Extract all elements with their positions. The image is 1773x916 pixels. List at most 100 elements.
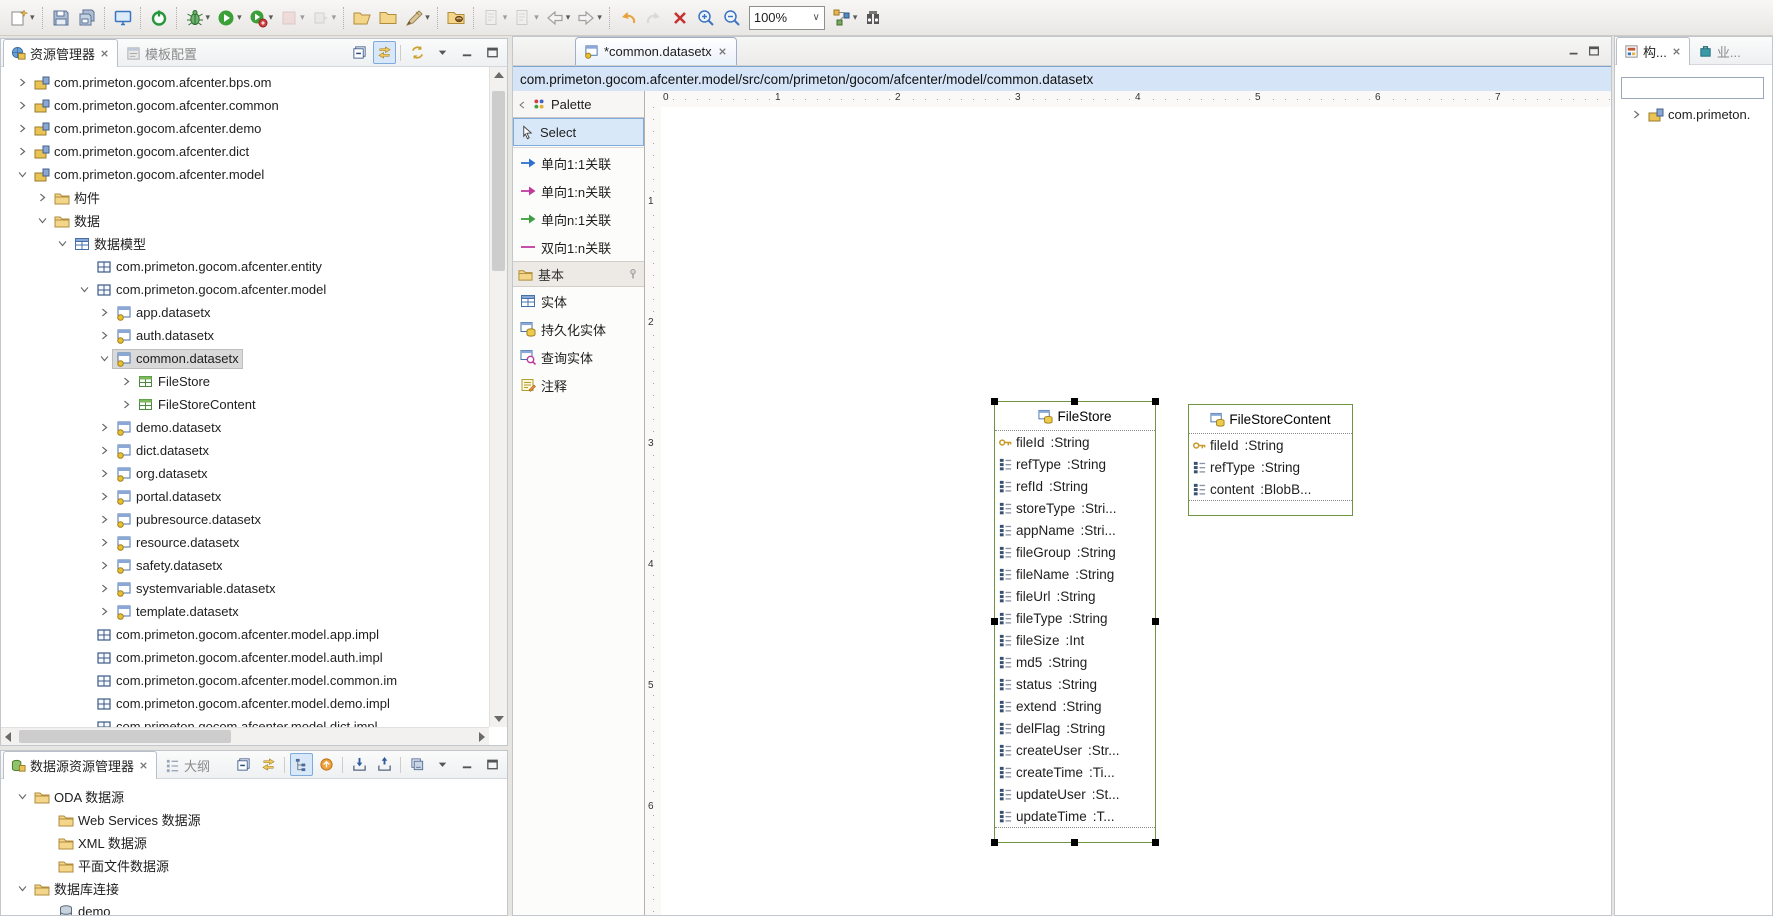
scrollbar-thumb[interactable]: [492, 91, 505, 271]
validate-button[interactable]: ▾: [479, 4, 511, 32]
maximize-icon[interactable]: [481, 41, 504, 64]
expander-chevron-icon[interactable]: [97, 491, 112, 502]
expander-chevron-icon[interactable]: [15, 146, 30, 157]
delete-button[interactable]: [667, 4, 693, 32]
maximize-icon[interactable]: [481, 753, 504, 776]
expander-chevron-icon[interactable]: [15, 100, 30, 111]
tree-row[interactable]: com.primeton.gocom.afcenter.entity: [1, 255, 489, 278]
console-button[interactable]: [110, 4, 136, 32]
tree-row[interactable]: com.primeton.gocom.afcenter.demo: [1, 117, 489, 140]
tree-row[interactable]: demo.datasetx: [1, 416, 489, 439]
palette-header[interactable]: Palette: [513, 91, 644, 118]
save-all-button[interactable]: [74, 4, 100, 32]
redo-button[interactable]: [641, 4, 667, 32]
tree-row[interactable]: ODA 数据源: [1, 785, 507, 808]
palette-entity-tool[interactable]: 查询实体: [513, 343, 644, 371]
palette-group-basic[interactable]: 基本: [513, 261, 644, 287]
tree-row[interactable]: 数据: [1, 209, 489, 232]
maximize-icon[interactable]: [1587, 44, 1601, 58]
dropdown-arrow-icon[interactable]: ▾: [300, 12, 305, 23]
entity-field-row[interactable]: appName :Stri...: [995, 519, 1155, 541]
tree-row[interactable]: auth.datasetx: [1, 324, 489, 347]
filter-input[interactable]: [1621, 77, 1764, 99]
horizontal-scrollbar[interactable]: [1, 727, 489, 745]
breadcrumb[interactable]: com.primeton.gocom.afcenter.model/src/co…: [513, 66, 1611, 93]
tab-resource-explorer[interactable]: 资源管理器: [3, 39, 118, 67]
expander-chevron-icon[interactable]: [15, 123, 30, 134]
dropdown-arrow-icon[interactable]: ▾: [597, 12, 602, 23]
zoom-in-button[interactable]: [693, 4, 719, 32]
new-button[interactable]: ▾: [6, 4, 38, 32]
selection-handle[interactable]: [991, 618, 998, 625]
dropdown-arrow-icon[interactable]: ▾: [853, 12, 858, 23]
link-with-editor-icon[interactable]: [373, 41, 396, 64]
entity-field-row[interactable]: md5 :String: [995, 651, 1155, 673]
expander-chevron-icon[interactable]: [1629, 109, 1644, 120]
close-icon[interactable]: [717, 46, 728, 57]
tab-datasource-explorer[interactable]: 数据源资源管理器: [3, 751, 157, 779]
dropdown-arrow-icon[interactable]: ▾: [206, 12, 211, 23]
expander-chevron-icon[interactable]: [15, 791, 30, 802]
save-state-icon[interactable]: [406, 753, 429, 776]
close-icon[interactable]: [99, 48, 110, 59]
palette-tool-select[interactable]: Select: [513, 118, 644, 146]
tree-row[interactable]: com.primeton.: [1615, 103, 1772, 126]
tree-row[interactable]: com.primeton.gocom.afcenter.model.dict.i…: [1, 715, 489, 727]
tab-business[interactable]: 业...: [1690, 37, 1749, 65]
minimize-icon[interactable]: [456, 41, 479, 64]
selection-handle[interactable]: [991, 398, 998, 405]
tree-row[interactable]: 平面文件数据源: [1, 854, 507, 877]
tab-components[interactable]: 构...: [1616, 37, 1690, 65]
collapse-all-icon[interactable]: [232, 753, 255, 776]
tree-row[interactable]: org.datasetx: [1, 462, 489, 485]
palette-entity-tool[interactable]: 实体: [513, 287, 644, 315]
expander-chevron-icon[interactable]: [97, 330, 112, 341]
palette-relation-tool[interactable]: 单向1:1关联: [513, 149, 644, 177]
dropdown-arrow-icon[interactable]: ▾: [503, 12, 508, 23]
entity-field-row[interactable]: content :BlobB...: [1189, 478, 1352, 500]
entity-field-row[interactable]: fileUrl :String: [995, 585, 1155, 607]
entity-title[interactable]: FileStoreContent: [1189, 405, 1352, 434]
tree-row[interactable]: com.primeton.gocom.afcenter.model: [1, 163, 489, 186]
expander-chevron-icon[interactable]: [97, 537, 112, 548]
selection-handle[interactable]: [1071, 398, 1078, 405]
expander-chevron-icon[interactable]: [35, 192, 50, 203]
server-start-button[interactable]: [146, 4, 172, 32]
selection-handle[interactable]: [1152, 398, 1159, 405]
dropdown-arrow-icon[interactable]: ▾: [237, 12, 242, 23]
tree-row[interactable]: Web Services 数据源: [1, 808, 507, 831]
selection-handle[interactable]: [1152, 839, 1159, 846]
tree-row[interactable]: FileStore: [1, 370, 489, 393]
scroll-up-arrow[interactable]: [494, 72, 504, 78]
expander-chevron-icon[interactable]: [97, 606, 112, 617]
entity-field-row[interactable]: refType :String: [1189, 456, 1352, 478]
expander-chevron-icon[interactable]: [15, 77, 30, 88]
entity-field-row[interactable]: fileName :String: [995, 563, 1155, 585]
collapse-all-icon[interactable]: [348, 41, 371, 64]
upload-button[interactable]: ▾: [510, 4, 542, 32]
folder-button[interactable]: [375, 4, 401, 32]
refresh-icon[interactable]: [406, 41, 429, 64]
scroll-left-arrow[interactable]: [5, 732, 11, 742]
tree-row[interactable]: com.primeton.gocom.afcenter.model.demo.i…: [1, 692, 489, 715]
dropdown-arrow-icon[interactable]: ▾: [425, 12, 430, 23]
tree-row[interactable]: safety.datasetx: [1, 554, 489, 577]
tree-row[interactable]: demo: [1, 900, 507, 915]
save-button[interactable]: [48, 4, 74, 32]
minimize-icon[interactable]: [1567, 44, 1581, 58]
dropdown-arrow-icon[interactable]: ▾: [332, 12, 337, 23]
import-icon[interactable]: [348, 753, 371, 776]
tree-row[interactable]: com.primeton.gocom.afcenter.model.app.im…: [1, 623, 489, 646]
tree-row[interactable]: portal.datasetx: [1, 485, 489, 508]
diagram-canvas[interactable]: FileStore fileId :String refType :String: [661, 107, 1611, 915]
tree-row[interactable]: common.datasetx: [1, 347, 489, 370]
tree-row[interactable]: 构件: [1, 186, 489, 209]
pin-icon[interactable]: [627, 268, 639, 280]
tree-row[interactable]: pubresource.datasetx: [1, 508, 489, 531]
tab-template-config[interactable]: 模板配置: [118, 39, 205, 67]
entity-field-row[interactable]: status :String: [995, 673, 1155, 695]
entity-field-row[interactable]: refId :String: [995, 475, 1155, 497]
tree-row[interactable]: app.datasetx: [1, 301, 489, 324]
entity-box-filestore[interactable]: FileStore fileId :String refType :String: [994, 401, 1156, 843]
collapse-palette-icon[interactable]: [517, 97, 527, 112]
